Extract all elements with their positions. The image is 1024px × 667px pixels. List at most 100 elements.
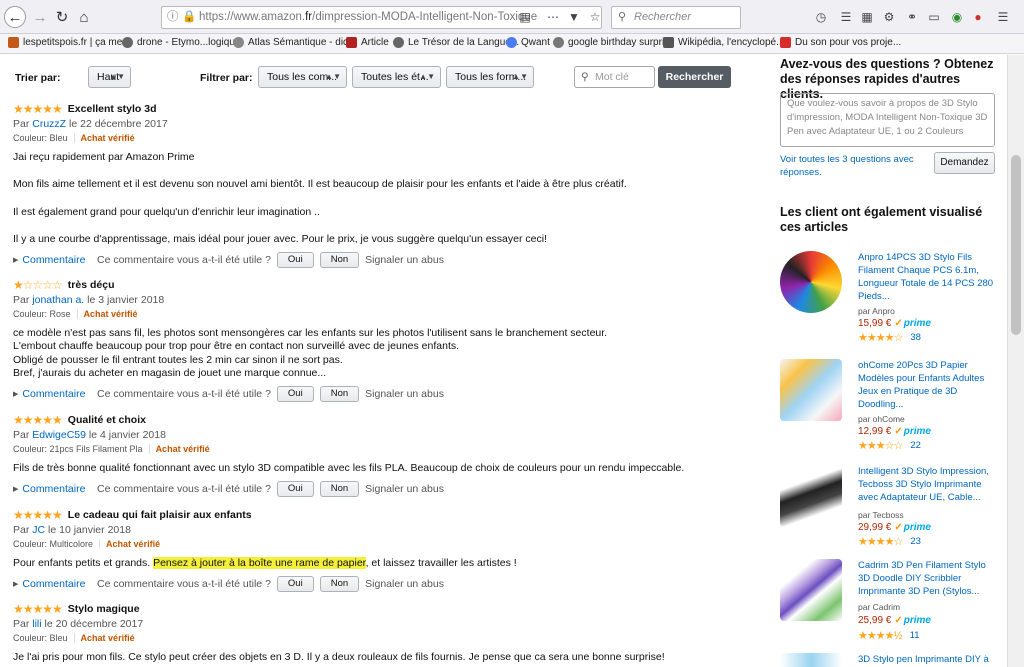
rating-count[interactable]: 38 [910, 332, 921, 343]
reviewer-link[interactable]: EdwigeC59 [32, 429, 86, 441]
bookmark-item[interactable]: Le Trésor de la Langue... [393, 37, 519, 48]
product-image[interactable] [780, 465, 842, 527]
helpful-yes-button[interactable]: Oui [276, 252, 314, 269]
helpful-no-button[interactable]: Non [319, 252, 360, 269]
review-title[interactable]: Stylo magique [68, 603, 140, 615]
product-image[interactable] [780, 251, 842, 313]
product-card: ohCome 20Pcs 3D Papier Modèles pour Enfa… [780, 359, 1002, 452]
bookmark-item[interactable]: drone - Etymo...logique! [122, 37, 243, 48]
comment-link[interactable]: ▶ Commentaire [13, 254, 97, 266]
product-brand: par ohCome [858, 414, 905, 424]
product-title-link[interactable]: Intelligent 3D Stylo Impression, Tecboss… [858, 465, 998, 504]
helpful-yes-button[interactable]: Oui [276, 386, 314, 403]
product-image[interactable] [780, 359, 842, 421]
reload-icon[interactable]: ↻ [51, 6, 73, 28]
keyword-search-input[interactable]: ⚲ Mot clé [574, 66, 655, 88]
bookmark-star-icon[interactable]: ☆ [588, 10, 602, 24]
comment-link[interactable]: ▶ Commentaire [13, 578, 97, 590]
extension-icon[interactable]: ▦ [860, 10, 874, 24]
review-title[interactable]: Qualité et choix [68, 414, 146, 426]
history-icon[interactable]: ◷ [814, 10, 828, 24]
menu-icon[interactable]: ☰ [996, 10, 1010, 24]
review-title[interactable]: Excellent stylo 3d [68, 103, 157, 115]
review-meta: Couleur: Bleu Achat vérifié [13, 633, 135, 643]
filter-stars-dropdown[interactable]: Toutes les ét... ▲▼ [352, 66, 441, 88]
scrollbar-thumb[interactable] [1011, 155, 1021, 335]
product-rating[interactable]: ★★★☆☆ 22 [858, 439, 921, 452]
sort-dropdown[interactable]: Haut ▲▼ [88, 66, 131, 88]
bookmark-item[interactable]: Article [346, 37, 389, 48]
comment-link[interactable]: ▶ Commentaire [13, 388, 97, 400]
sidebar-icon[interactable]: ▭ [927, 10, 941, 24]
bookmark-item[interactable]: Wikipédia, l'encyclopé... [663, 37, 784, 48]
extension-icon[interactable]: ● [971, 10, 985, 24]
report-abuse-link[interactable]: Signaler un abus [365, 254, 444, 266]
filter-format-dropdown[interactable]: Tous les form... ▲▼ [446, 66, 534, 88]
reviewer-link[interactable]: JC [32, 524, 45, 536]
reviewer-link[interactable]: jonathan a. [32, 294, 84, 306]
helpful-no-button[interactable]: Non [319, 386, 360, 403]
product-rating[interactable]: ★★★★☆ 38 [858, 331, 921, 344]
browser-search-field[interactable]: ⚲ Rechercher [611, 6, 741, 29]
review-title[interactable]: Le cadeau qui fait plaisir aux enfants [68, 509, 252, 521]
bookmarks-bar: lespetitspois.fr | ça me... drone - Etym… [0, 34, 1024, 54]
question-input[interactable]: Que voulez-vous savoir à propos de 3D St… [780, 93, 995, 147]
extension-icon[interactable]: ⚙ [882, 10, 896, 24]
product-title-link[interactable]: ohCome 20Pcs 3D Papier Modèles pour Enfa… [858, 359, 998, 411]
verified-badge: Achat vérifié [99, 539, 161, 549]
page-actions-icon[interactable]: ⋯ [546, 10, 560, 24]
rating-count[interactable]: 23 [910, 536, 921, 547]
globe-icon[interactable]: ⚭ [905, 10, 919, 24]
search-icon: ⚲ [618, 11, 627, 23]
highlighted-text: Pensez à jouter à la boîte une rame de p… [153, 557, 366, 569]
reviewer-link[interactable]: lili [32, 618, 41, 630]
product-rating[interactable]: ★★★★½ 11 [858, 629, 920, 642]
bookmark-item[interactable]: Atlas Sémantique - dic... [233, 37, 356, 48]
review-title[interactable]: très déçu [68, 279, 115, 291]
helpful-question: Ce commentaire vous a-t-il été utile ? [97, 483, 271, 496]
helpful-yes-button[interactable]: Oui [276, 576, 314, 593]
library-icon[interactable]: ☰ [839, 10, 853, 24]
back-button[interactable]: ← [4, 6, 26, 28]
ask-button[interactable]: Demandez [934, 152, 995, 174]
search-reviews-button[interactable]: Rechercher [658, 66, 731, 88]
bookmark-item[interactable]: Du son pour vos proje... [780, 37, 901, 48]
review-meta: Couleur: Multicolore Achat vérifié [13, 539, 161, 549]
product-image[interactable] [780, 559, 842, 621]
comment-link[interactable]: ▶ Commentaire [13, 483, 97, 495]
rating-count[interactable]: 11 [910, 630, 920, 641]
helpful-no-button[interactable]: Non [319, 481, 360, 498]
product-rating[interactable]: ★★★★☆ 23 [858, 535, 921, 548]
bookmark-item[interactable]: google birthday surpri... [553, 37, 673, 48]
reviewer-link[interactable]: CruzzZ [32, 118, 66, 130]
extension-icon[interactable]: ◉ [950, 10, 964, 24]
helpful-no-button[interactable]: Non [319, 576, 360, 593]
forward-icon[interactable]: → [29, 6, 51, 28]
bookmark-item[interactable]: Qwant [506, 37, 550, 48]
star-rating: ★★★★½ [858, 630, 903, 642]
report-abuse-link[interactable]: Signaler un abus [365, 578, 444, 590]
updown-icon: ▲▼ [419, 72, 435, 81]
helpful-yes-button[interactable]: Oui [276, 481, 314, 498]
report-abuse-link[interactable]: Signaler un abus [365, 388, 444, 400]
updown-icon: ▲▼ [512, 72, 528, 81]
url-bar[interactable]: ⓘ 🔒 https://www.amazon.fr/dimpression-MO… [161, 6, 602, 29]
home-icon[interactable]: ⌂ [73, 6, 95, 28]
review: ★★★★★ Excellent stylo 3d Par CruzzZ le 22… [13, 102, 753, 269]
product-title-link[interactable]: 3D Stylo pen Imprimante DIY à [858, 653, 998, 666]
product-title-link[interactable]: Cadrim 3D Pen Filament Stylo 3D Doodle D… [858, 559, 998, 598]
star-rating: ★★★★★ [13, 102, 63, 116]
product-title-link[interactable]: Anpro 14PCS 3D Stylo Fils Filament Chaqu… [858, 251, 998, 303]
bookmark-item[interactable]: lespetitspois.fr | ça me... [8, 37, 131, 48]
review-meta: Couleur: 21pcs Fils Filament Pla Achat vé… [13, 444, 210, 454]
all-questions-link[interactable]: Voir toutes les 3 questions avec réponse… [780, 153, 920, 179]
filter-reviewers-dropdown[interactable]: Tous les com... ▲▼ [258, 66, 347, 88]
report-abuse-link[interactable]: Signaler un abus [365, 483, 444, 495]
reader-view-icon[interactable]: ▤ [518, 10, 532, 24]
updown-icon: ▲▼ [109, 72, 125, 81]
scrollbar[interactable] [1007, 55, 1024, 667]
product-image[interactable] [780, 653, 842, 667]
info-icon[interactable]: ⓘ [167, 7, 179, 28]
pocket-icon[interactable]: ▼ [567, 10, 581, 24]
rating-count[interactable]: 22 [910, 440, 921, 451]
